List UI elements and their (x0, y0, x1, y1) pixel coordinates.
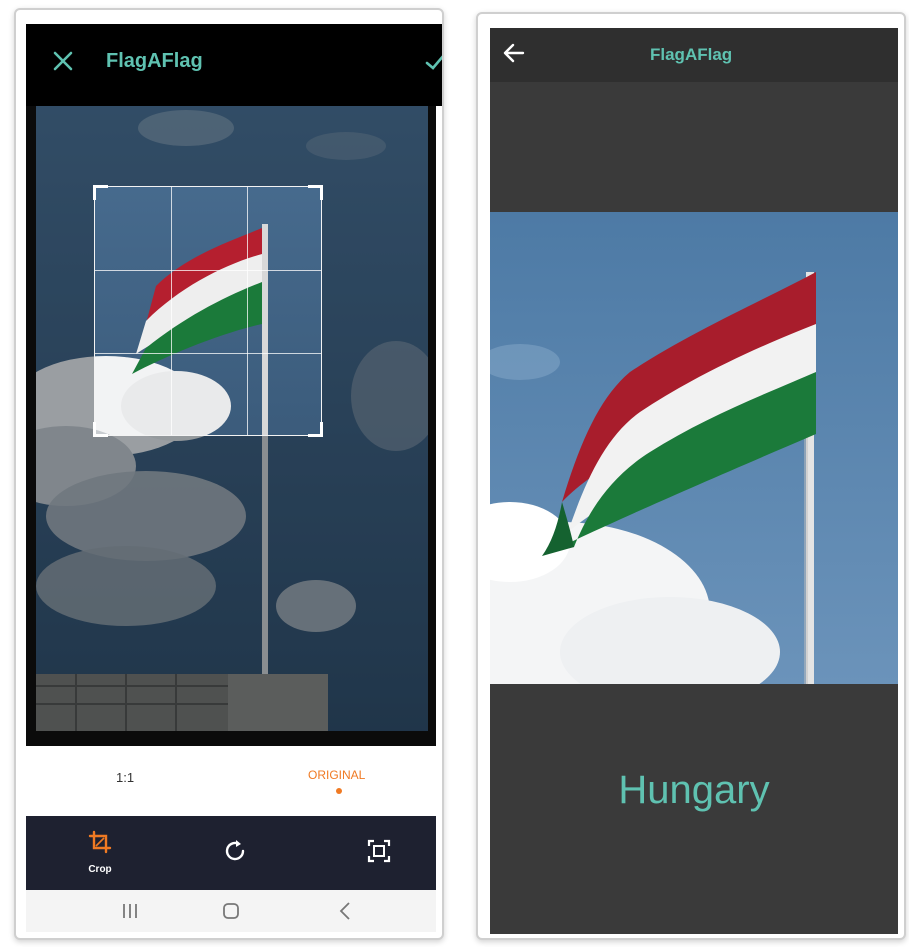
selected-indicator-dot (336, 788, 342, 794)
crop-canvas (26, 106, 436, 746)
back-chevron-icon[interactable] (338, 901, 352, 921)
crop-handle-bottom-right[interactable] (308, 422, 323, 437)
crop-tool-button[interactable]: Crop (74, 830, 126, 880)
crop-icon (88, 830, 112, 854)
result-panel: Hungary (490, 684, 898, 934)
edit-toolbar: Crop (26, 816, 436, 890)
check-icon[interactable] (424, 52, 444, 72)
ratio-option-original[interactable]: ORIGINAL (308, 768, 365, 782)
crop-editor-screen: FlagAFlag 1:1 ORIGINAL Crop (14, 8, 444, 940)
arrow-back-icon[interactable] (502, 42, 526, 64)
cropped-flag-photo (490, 212, 898, 684)
close-icon[interactable] (52, 50, 74, 72)
crop-top-bar: FlagAFlag (26, 24, 444, 106)
country-name-label: Hungary (618, 768, 770, 812)
crop-frame[interactable] (93, 185, 323, 437)
system-nav-bar (26, 890, 436, 932)
crop-tool-label: Crop (88, 864, 112, 875)
crop-handle-bottom-left[interactable] (93, 422, 108, 437)
result-screen: FlagAFlag Hungary (476, 12, 906, 940)
grid-line (171, 187, 172, 435)
crop-handle-top-left[interactable] (93, 185, 108, 200)
grid-line (95, 353, 321, 354)
crop-handle-top-right[interactable] (308, 185, 323, 200)
rotate-icon[interactable] (222, 838, 248, 864)
app-title: FlagAFlag (650, 45, 733, 64)
grid-line (247, 187, 248, 435)
recents-icon[interactable] (120, 902, 140, 920)
fit-screen-icon[interactable] (366, 838, 392, 864)
result-top-bar: FlagAFlag (490, 28, 898, 82)
app-title: FlagAFlag (106, 50, 203, 72)
aspect-ratio-bar: 1:1 ORIGINAL (26, 750, 436, 808)
home-icon[interactable] (222, 902, 240, 920)
grid-line (95, 270, 321, 271)
top-panel (490, 82, 898, 212)
ratio-option-1-1[interactable]: 1:1 (116, 770, 134, 785)
